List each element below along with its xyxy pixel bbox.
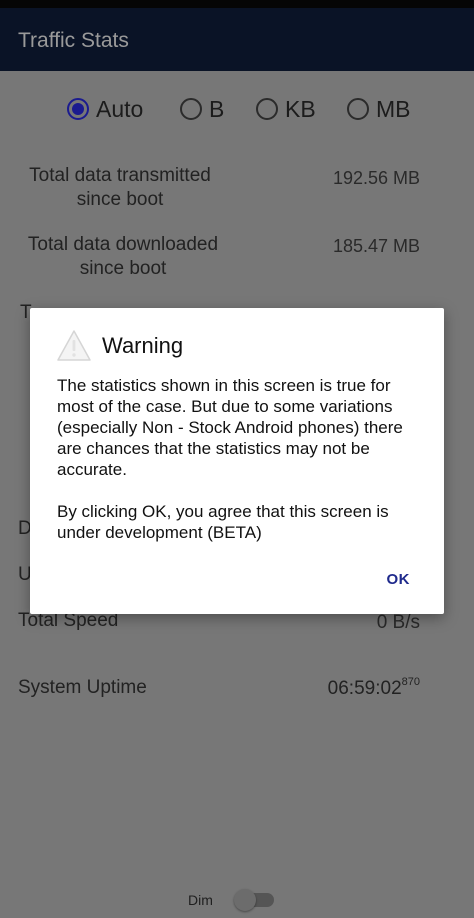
radio-unchecked-icon <box>180 98 202 120</box>
status-bar <box>0 0 474 8</box>
dialog-message-paragraph: By clicking OK, you agree that this scre… <box>57 502 389 542</box>
uptime-label: System Uptime <box>18 677 147 698</box>
radio-b[interactable]: B <box>180 92 224 126</box>
app-title: Traffic Stats <box>18 29 129 52</box>
uptime-value: 06:59:02870 <box>327 676 420 700</box>
uptime-millis: 870 <box>401 676 420 688</box>
warning-icon <box>57 330 91 361</box>
transmitted-value: 192.56 MB <box>332 168 420 188</box>
dialog-message: The statistics shown in this screen is t… <box>57 375 427 543</box>
dim-control: Dim <box>0 888 474 914</box>
app-bar: Traffic Stats <box>0 8 474 71</box>
transmitted-label-line2: since boot <box>76 189 164 210</box>
downloaded-label-line1: Total data downloaded <box>27 234 219 255</box>
uptime-time: 06:59:02 <box>327 678 402 699</box>
radio-unchecked-icon <box>256 98 278 120</box>
radio-kb[interactable]: KB <box>256 92 316 126</box>
radio-auto[interactable]: Auto <box>67 92 143 126</box>
transmitted-label-line1: Total data transmitted <box>29 165 211 186</box>
ok-button[interactable]: OK <box>387 571 411 588</box>
transmitted-label: Total data transmitted since boot <box>18 164 222 212</box>
radio-unchecked-icon <box>347 98 369 120</box>
downloaded-label-line2: since boot <box>79 258 167 279</box>
dim-toggle-thumb[interactable] <box>234 889 256 911</box>
warning-dialog: Warning The statistics shown in this scr… <box>30 308 444 614</box>
unit-radio-group: Auto B KB MB <box>0 92 474 126</box>
dialog-header: Warning <box>56 328 183 364</box>
radio-label: KB <box>285 95 316 122</box>
radio-label: Auto <box>96 95 144 122</box>
downloaded-label: Total data downloaded since boot <box>18 233 228 281</box>
dialog-message-paragraph: The statistics shown in this screen is t… <box>57 376 403 479</box>
total-speed-value: 0 B/s <box>376 612 420 633</box>
radio-mb[interactable]: MB <box>347 92 411 126</box>
radio-checked-icon <box>67 98 89 120</box>
radio-label: B <box>209 95 225 122</box>
downloaded-value: 185.47 MB <box>332 236 420 256</box>
dim-label: Dim <box>188 892 213 908</box>
radio-label: MB <box>376 95 411 122</box>
dialog-title: Warning <box>102 333 184 358</box>
